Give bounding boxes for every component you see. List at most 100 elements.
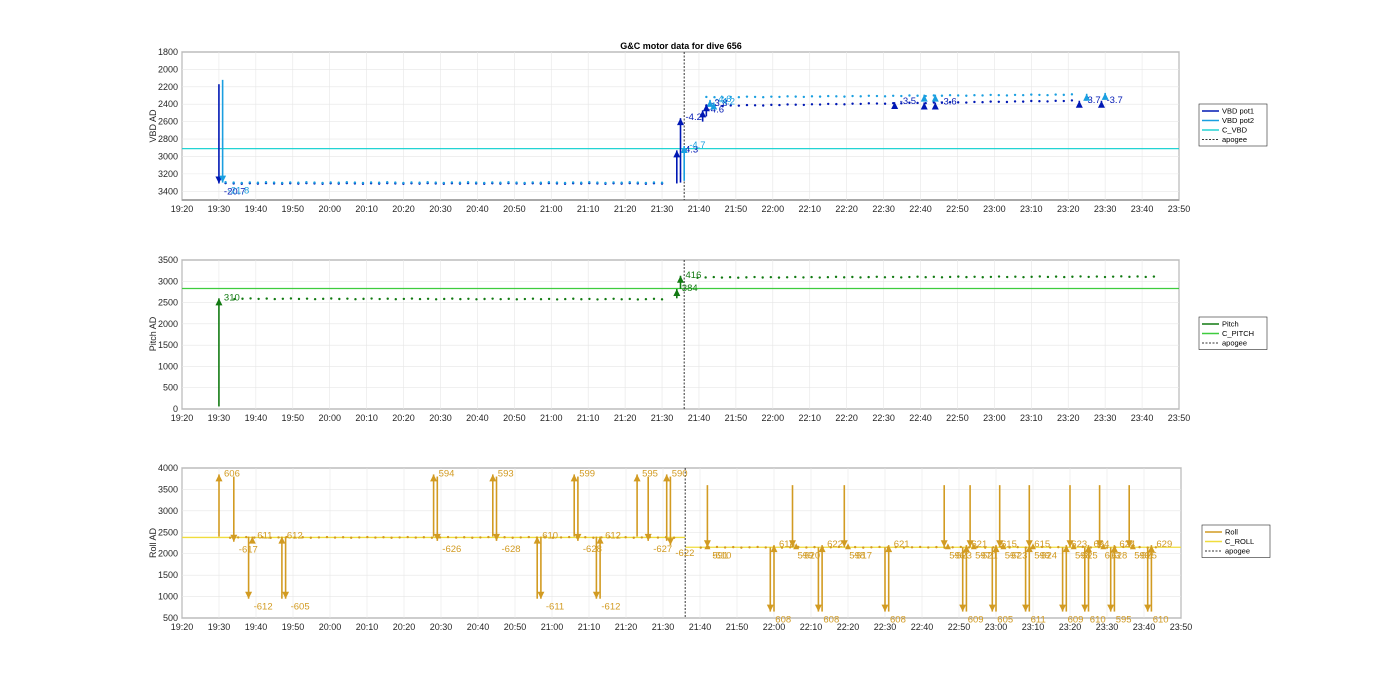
data-point <box>973 100 976 104</box>
data-point <box>712 275 715 279</box>
data-point <box>224 181 227 184</box>
data-point <box>458 181 462 184</box>
y-tick-label: 3000 <box>158 276 178 286</box>
data-point <box>317 536 321 539</box>
data-point <box>737 104 741 107</box>
data-point <box>981 94 984 97</box>
data-point <box>652 297 656 301</box>
x-tick-label: 21:00 <box>540 204 563 214</box>
data-point <box>764 546 767 549</box>
data-point <box>596 298 599 301</box>
data-point <box>1138 545 1141 549</box>
data-point <box>369 181 373 184</box>
data-point <box>483 297 486 301</box>
x-tick-label: 21:10 <box>577 413 600 423</box>
data-point <box>289 181 292 184</box>
data-point <box>362 297 365 301</box>
data-point <box>434 298 438 301</box>
data-point <box>559 536 563 539</box>
y-tick-label: 3200 <box>158 169 178 179</box>
arrow-label: -612 <box>254 602 273 613</box>
data-point <box>1030 275 1033 279</box>
data-point <box>640 536 644 539</box>
arrow-label: 416 <box>686 270 702 281</box>
x-tick-label: 21:40 <box>689 622 712 632</box>
x-tick-label: 20:40 <box>466 204 489 214</box>
data-point <box>406 535 409 539</box>
data-point <box>451 297 454 300</box>
y-tick-label: 500 <box>163 613 178 623</box>
data-point <box>584 536 587 539</box>
data-point <box>325 535 329 539</box>
x-tick-label: 20:10 <box>355 413 378 423</box>
y-tick-label: 3400 <box>158 186 178 196</box>
data-point <box>753 104 757 107</box>
arrow-label: -628 <box>502 544 521 555</box>
arrow-label: -4.2 <box>719 96 735 107</box>
data-point <box>802 103 806 107</box>
x-tick-label: 21:30 <box>652 622 675 632</box>
data-point <box>503 536 506 539</box>
data-point <box>862 546 865 549</box>
data-point <box>265 297 268 300</box>
data-point <box>1152 275 1156 278</box>
data-point <box>471 536 474 539</box>
data-point <box>794 103 797 106</box>
x-tick-label: 23:00 <box>983 204 1006 214</box>
y-tick-label: 4000 <box>158 463 178 473</box>
data-point <box>434 181 437 184</box>
x-tick-label: 21:00 <box>541 622 564 632</box>
data-point <box>479 536 482 539</box>
x-tick-label: 23:20 <box>1057 413 1080 423</box>
x-tick-label: 20:20 <box>393 622 416 632</box>
data-point <box>927 546 930 549</box>
data-point <box>297 297 301 301</box>
data-point <box>1063 275 1066 279</box>
y-tick-label: 1500 <box>158 570 178 580</box>
y-tick-label: 2500 <box>158 527 178 537</box>
data-point <box>826 276 830 279</box>
data-point <box>859 95 862 98</box>
vbd-y-label: VBD AD <box>148 109 158 143</box>
arrow-label: -611 <box>546 602 564 613</box>
y-tick-label: 500 <box>163 383 178 393</box>
data-point <box>875 102 879 105</box>
x-tick-label: 22:00 <box>762 204 785 214</box>
data-point <box>418 181 421 184</box>
arrow-label: -3.5 <box>900 96 916 107</box>
data-point <box>705 95 708 99</box>
y-tick-label: 2000 <box>158 319 178 329</box>
arrow-label: 595 <box>1116 615 1132 626</box>
data-point <box>908 275 911 279</box>
x-tick-label: 20:40 <box>466 413 489 423</box>
data-point <box>277 536 280 539</box>
legend-label: C_PITCH <box>1222 329 1254 338</box>
data-point <box>1111 275 1115 278</box>
data-point <box>1128 275 1131 279</box>
data-point <box>916 94 919 97</box>
data-point <box>769 275 773 279</box>
data-point <box>851 102 854 105</box>
x-tick-label: 19:20 <box>171 622 194 632</box>
x-tick-label: 19:20 <box>171 413 194 423</box>
data-point <box>834 275 838 279</box>
x-tick-label: 22:20 <box>835 413 858 423</box>
data-point <box>341 536 345 539</box>
legend-label: Pitch <box>1222 320 1239 329</box>
x-tick-label: 21:50 <box>725 204 748 214</box>
data-point <box>511 536 514 539</box>
x-tick-label: 22:20 <box>837 622 860 632</box>
x-tick-label: 21:20 <box>614 204 637 214</box>
data-point <box>1070 93 1074 96</box>
data-point <box>1038 100 1041 103</box>
data-point <box>491 297 494 300</box>
data-point <box>957 275 960 278</box>
arrow-label: 599 <box>579 468 595 479</box>
data-point <box>916 275 919 278</box>
data-point <box>1046 100 1049 103</box>
data-point <box>997 100 1001 103</box>
data-point <box>309 536 313 539</box>
data-point <box>762 95 765 99</box>
x-tick-label: 23:50 <box>1170 622 1193 632</box>
data-point <box>745 103 749 107</box>
